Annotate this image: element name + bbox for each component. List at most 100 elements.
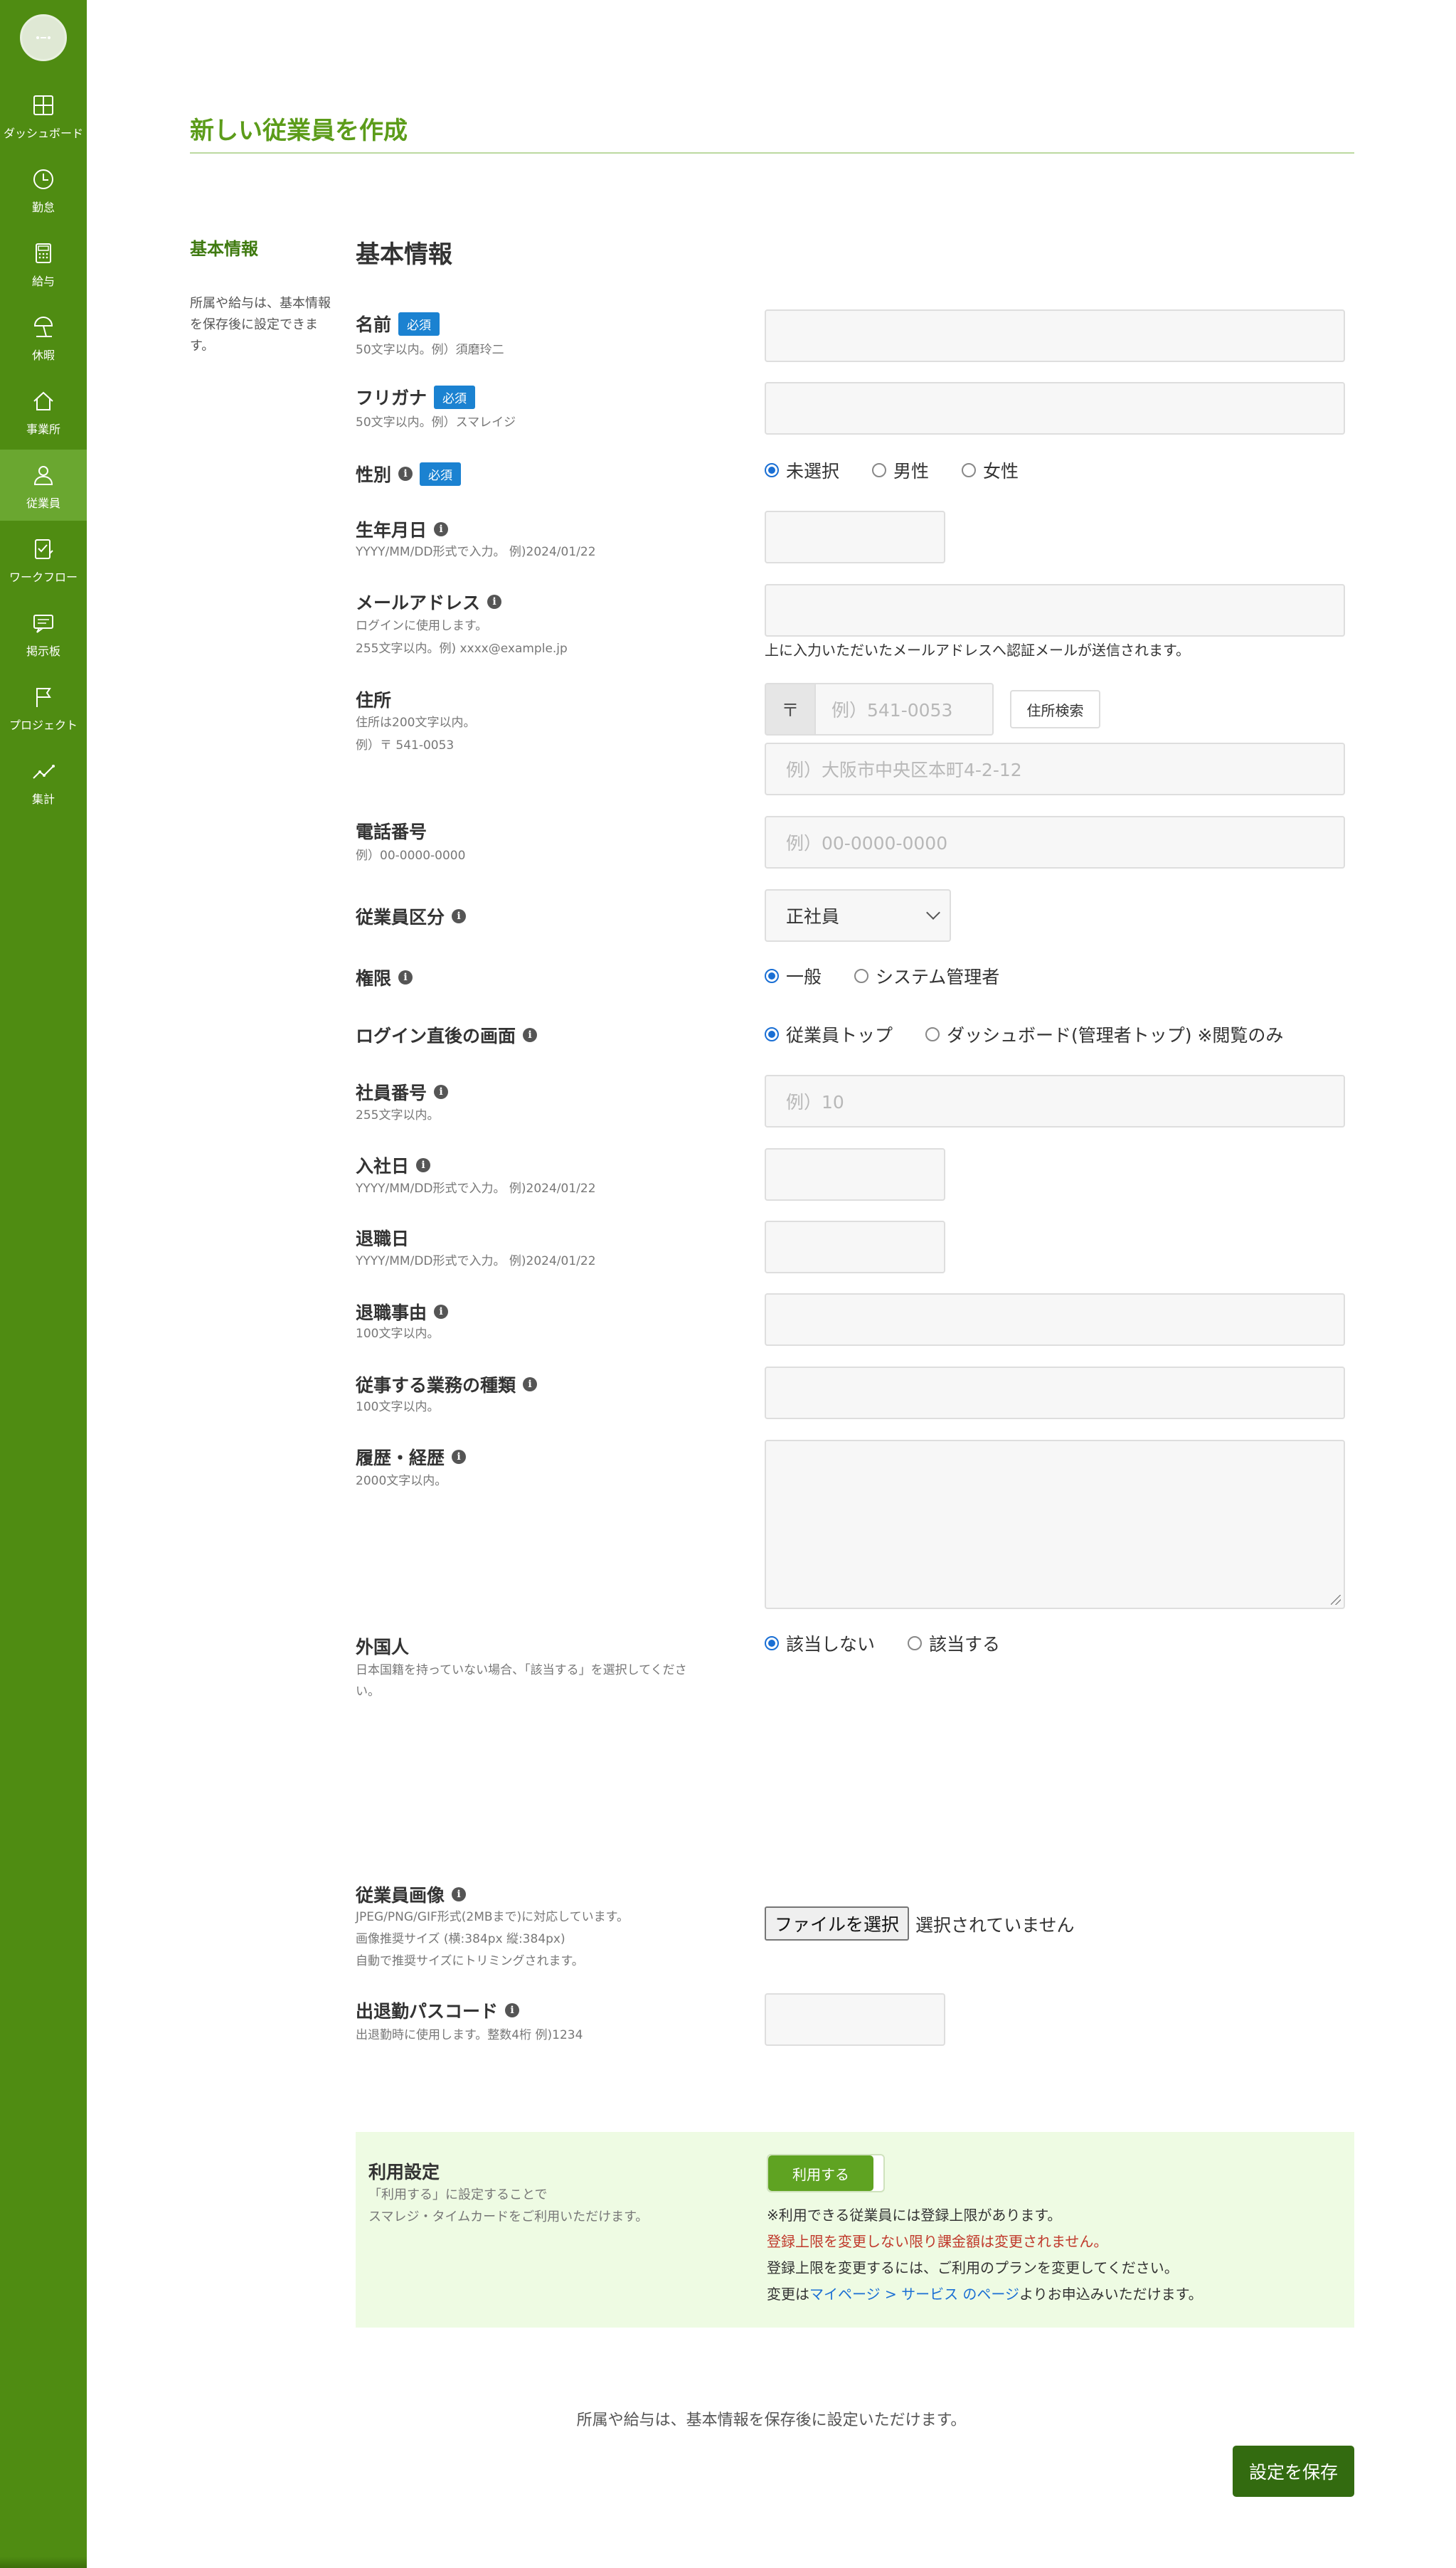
photo-hint-format: JPEG/PNG/GIF形式(2MBまで)に対応しています。 [356,1910,629,1924]
sidebar-item-label: 掲示板 [26,644,60,658]
radio-unchecked[interactable] [925,1027,940,1041]
birthday-input[interactable] [765,511,945,563]
retire-date-input[interactable] [765,1221,945,1273]
radio-unchecked[interactable] [854,969,869,983]
kana-hint: 50文字以内。例）スマレイジ [356,415,516,430]
sidebar-item-office[interactable]: 事業所 [0,376,87,447]
section-heading: 基本情報 [356,240,452,269]
job-type-label: 従事する業務の種類 i [356,1371,538,1397]
chart-line-icon [33,765,55,779]
info-icon[interactable]: i [452,909,467,923]
info-icon[interactable]: i [416,1158,431,1172]
info-icon[interactable]: i [434,1305,449,1319]
mypage-service-link[interactable]: マイページ > サービス のページ [809,2286,1019,2303]
usage-toggle[interactable]: 利用する [767,2154,885,2192]
info-icon[interactable]: i [487,595,502,609]
info-icon[interactable]: i [452,1450,467,1464]
sidebar: ダッシュボード 勤怠 給与 休暇 事業所 従業員 ワークフロー 掲示板 プロジェ… [0,0,87,2568]
employee-number-input[interactable]: 例）10 [765,1075,1345,1128]
foreigner-hint: 日本国籍を持っていない場合、「該当する」を選択してくださ [356,1663,687,1677]
sidebar-item-stats[interactable]: 集計 [0,746,87,817]
gender-option-female[interactable]: 女性 [962,457,1019,483]
permission-option-admin[interactable]: システム管理者 [854,963,999,989]
login-option-dashboard[interactable]: ダッシュボード(管理者トップ) ※閲覧のみ [925,1022,1283,1047]
info-icon[interactable]: i [398,970,413,985]
permission-option-general[interactable]: 一般 [765,963,822,989]
birthday-label: 生年月日 i [356,516,449,542]
usage-settings-title: 利用設定 [368,2162,440,2182]
radio-unchecked[interactable] [908,1636,923,1650]
radio-checked[interactable] [765,969,779,983]
login-option-employee-top[interactable]: 従業員トップ [765,1022,893,1047]
employee-number-hint: 255文字以内。 [356,1108,440,1123]
info-icon[interactable]: i [434,522,449,536]
email-input[interactable] [765,584,1345,637]
hire-date-label: 入社日 i [356,1152,431,1178]
home-icon [33,391,53,410]
usage-toggle-label: 利用する [768,2155,873,2191]
radio-checked[interactable] [765,463,779,477]
passcode-hint: 出退勤時に使用します。整数4桁 例)1234 [356,2028,583,2042]
info-icon[interactable]: i [398,467,413,481]
job-type-hint: 100文字以内。 [356,1400,440,1414]
postal-code-input[interactable]: 例）541-0053 [814,683,994,736]
info-icon[interactable]: i [523,1028,538,1042]
retire-reason-input[interactable] [765,1293,1345,1346]
phone-hint: 例）00-0000-0000 [356,849,466,863]
sidebar-item-attendance[interactable]: 勤怠 [0,154,87,225]
sidebar-item-label: 給与 [31,275,55,288]
section-nav-basic-info[interactable]: 基本情報 [190,235,258,260]
info-icon[interactable]: i [505,2003,520,2017]
resize-handle-icon[interactable] [1331,1595,1341,1605]
photo-hint-trim: 自動で推奨サイズにトリミングされます。 [356,1954,584,1968]
sidebar-item-board[interactable]: 掲示板 [0,598,87,669]
avatar[interactable] [20,14,67,61]
address-input[interactable]: 例）大阪市中央区本町4-2-12 [765,743,1345,795]
employee-number-label: 社員番号 i [356,1079,449,1105]
kana-label: フリガナ 必須 [356,384,476,410]
hire-date-input[interactable] [765,1148,945,1201]
foreigner-option-no[interactable]: 該当しない [765,1630,875,1656]
name-input[interactable] [765,309,1345,362]
beach-umbrella-icon [33,317,53,337]
usage-note-plan: 登録上限を変更するには、ご利用のプランを変更してください。 [767,2259,1179,2276]
sidebar-item-label: 勤怠 [31,201,55,214]
sidebar-item-label: ダッシュボード [3,127,83,140]
info-icon[interactable]: i [452,1887,467,1901]
name-hint: 50文字以内。例）須磨玲二 [356,343,504,357]
sidebar-item-workflow[interactable]: ワークフロー [0,524,87,595]
phone-label: 電話番号 [356,822,427,842]
calculator-icon [36,243,51,263]
radio-checked[interactable] [765,1636,779,1650]
phone-input[interactable]: 例）00-0000-0000 [765,816,1345,869]
gender-option-unselected[interactable]: 未選択 [765,457,839,483]
gender-radio-group: 未選択 男性 女性 [765,457,1019,483]
gender-option-male[interactable]: 男性 [872,457,929,483]
kana-input[interactable] [765,382,1345,435]
foreigner-option-yes[interactable]: 該当する [908,1630,1000,1656]
permission-radio-group: 一般 システム管理者 [765,963,999,989]
name-label: 名前 必須 [356,311,440,336]
sidebar-item-payroll[interactable]: 給与 [0,228,87,299]
radio-unchecked[interactable] [962,463,977,477]
passcode-input[interactable] [765,1993,945,2046]
usage-settings-desc: 「利用する」に設定することで スマレジ・タイムカードをご利用いただけます。 [368,2187,649,2224]
sidebar-item-project[interactable]: プロジェクト [0,672,87,743]
employee-type-select[interactable]: 正社員 [765,889,951,942]
career-label: 履歴・経歴 i [356,1444,467,1470]
file-select-button[interactable]: ファイルを選択 [765,1906,909,1941]
info-icon[interactable]: i [434,1085,449,1099]
job-type-input[interactable] [765,1367,1345,1419]
file-status: 選択されていません [915,1915,1075,1936]
save-button[interactable]: 設定を保存 [1233,2446,1354,2497]
email-hint-format: 255文字以内。例) xxxx@example.jp [356,642,568,656]
address-search-button[interactable]: 住所検索 [1010,690,1100,728]
radio-checked[interactable] [765,1027,779,1041]
radio-unchecked[interactable] [872,463,887,477]
sidebar-item-dashboard[interactable]: ダッシュボード [0,80,87,151]
info-icon[interactable]: i [523,1377,538,1391]
sidebar-item-leave[interactable]: 休暇 [0,302,87,373]
sidebar-item-employees[interactable]: 従業員 [0,450,87,521]
career-textarea[interactable] [765,1440,1345,1609]
email-note: 上に入力いただいたメールアドレスへ認証メールが送信されます。 [765,642,1190,659]
